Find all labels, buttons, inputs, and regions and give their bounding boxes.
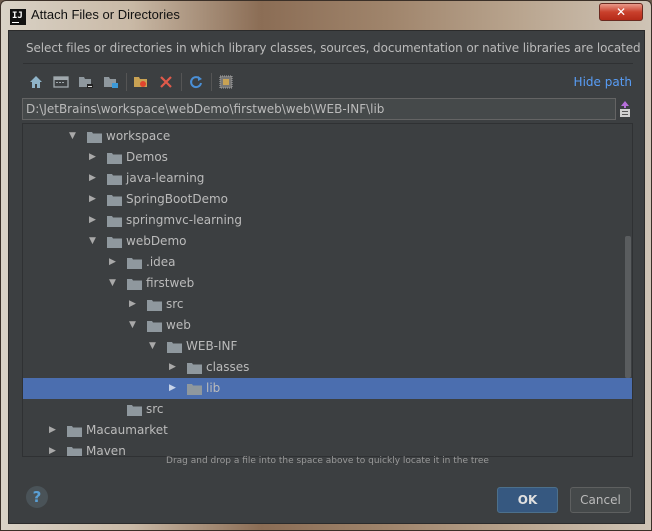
expand-arrow-down-icon[interactable]: ▼ (69, 131, 79, 141)
dialog-window: IJ Attach Files or Directories ✕ Select … (0, 0, 652, 531)
tree-row-label: Demos (126, 150, 168, 164)
expand-arrow-down-icon[interactable]: ▼ (129, 320, 139, 330)
tree-row-label: .idea (146, 255, 176, 269)
path-input[interactable]: D:\JetBrains\workspace\webDemo\firstweb\… (22, 98, 616, 120)
expand-arrow-right-icon[interactable]: ▶ (129, 299, 139, 309)
expand-arrow-right-icon[interactable]: ▶ (89, 173, 99, 183)
tree-row[interactable]: ▼ webDemo (23, 231, 632, 252)
tree-row[interactable]: ▼ web (23, 315, 632, 336)
tree-row[interactable]: ▶ Demos (23, 147, 632, 168)
title-bar[interactable]: IJ Attach Files or Directories ✕ (1, 1, 651, 31)
folder-icon (127, 278, 142, 290)
toolbar-separator (181, 73, 182, 91)
toolbar-separator (126, 73, 127, 91)
tree-row[interactable]: ▶ Macaumarket (23, 420, 632, 441)
divider (23, 63, 633, 64)
module-directory-button[interactable] (101, 72, 121, 92)
tree-row[interactable]: ▶ src (23, 294, 632, 315)
delete-icon (160, 76, 172, 88)
expand-arrow-down-icon[interactable]: ▼ (149, 341, 159, 351)
tree-row[interactable]: ▶ Maven (23, 441, 632, 456)
expand-arrow-right-icon[interactable]: ▶ (169, 383, 179, 393)
expand-arrow-right-icon[interactable]: ▶ (109, 257, 119, 267)
folder-icon (187, 362, 202, 374)
tree-row[interactable]: ▶ .idea (23, 252, 632, 273)
folder-icon (67, 425, 82, 437)
tree-row-label: springmvc-learning (126, 213, 243, 227)
folder-icon (107, 173, 122, 185)
tree-row-label: WEB-INF (186, 339, 238, 353)
tree-row-label: SpringBootDemo (126, 192, 228, 206)
expand-arrow-right-icon[interactable]: ▶ (89, 215, 99, 225)
refresh-icon (190, 76, 202, 89)
project-folder-icon (79, 77, 93, 88)
tree-row-label: webDemo (126, 234, 187, 248)
desktop-icon (53, 76, 69, 88)
tree-row[interactable]: ▼ workspace (23, 126, 632, 147)
expand-arrow-right-icon[interactable]: ▶ (49, 425, 59, 435)
tree-row-label: java-learning (126, 171, 205, 185)
dialog-content: Select files or directories in which lib… (8, 30, 645, 524)
new-folder-button[interactable] (131, 72, 151, 92)
expand-arrow-down-icon[interactable]: ▼ (89, 236, 99, 246)
tree-row[interactable]: ▶ java-learning (23, 168, 632, 189)
help-button[interactable]: ? (26, 486, 48, 508)
tree-row-label: Macaumarket (86, 423, 168, 437)
tree-row-label: classes (206, 360, 250, 374)
project-directory-button[interactable] (76, 72, 96, 92)
show-hidden-button[interactable] (216, 72, 236, 92)
tree-row-label: src (146, 402, 164, 416)
tree-row[interactable]: src (23, 399, 632, 420)
tree-row-label: web (166, 318, 191, 332)
refresh-button[interactable] (186, 72, 206, 92)
description-text: Select files or directories in which lib… (26, 41, 641, 55)
tree-row[interactable]: ▶ SpringBootDemo (23, 189, 632, 210)
desktop-button[interactable] (51, 72, 71, 92)
expand-arrow-right-icon[interactable]: ▶ (89, 152, 99, 162)
expand-arrow-right-icon[interactable]: ▶ (89, 194, 99, 204)
tree-row[interactable]: ▶ lib (23, 378, 632, 399)
tree-row[interactable]: ▼ WEB-INF (23, 336, 632, 357)
path-history-button[interactable] (618, 99, 632, 119)
folder-icon (107, 152, 122, 164)
tree-row-label: workspace (106, 129, 171, 143)
folder-icon (107, 236, 122, 248)
folder-icon (127, 257, 142, 269)
scrollbar-thumb[interactable] (625, 236, 631, 378)
tree-row[interactable]: ▶ springmvc-learning (23, 210, 632, 231)
ok-button[interactable]: OK (497, 487, 558, 513)
home-button[interactable] (26, 72, 46, 92)
folder-icon (147, 320, 162, 332)
intellij-app-icon: IJ (10, 9, 26, 25)
folder-icon (187, 383, 202, 395)
drag-drop-hint: Drag and drop a file into the space abov… (166, 456, 489, 466)
cancel-button[interactable]: Cancel (570, 487, 631, 513)
folder-icon (87, 131, 102, 143)
toolbar-separator (211, 73, 212, 91)
folder-icon (127, 404, 142, 416)
file-tree[interactable]: ▶ Maven ▶ Macaumarket src ▶ lib ▶ classes ▼ WEB-IN… (22, 123, 633, 457)
dialog-title: Attach Files or Directories (31, 7, 180, 22)
module-folder-icon (104, 77, 118, 88)
folder-icon (107, 215, 122, 227)
tree-row[interactable]: ▼ firstweb (23, 273, 632, 294)
folder-icon (107, 194, 122, 206)
new-folder-icon (134, 77, 147, 87)
hide-path-link[interactable]: Hide path (574, 75, 632, 89)
show-hidden-icon (219, 75, 233, 89)
delete-button[interactable] (156, 72, 176, 92)
expand-arrow-down-icon[interactable]: ▼ (109, 278, 119, 288)
tree-row-label: src (166, 297, 184, 311)
expand-arrow-right-icon[interactable]: ▶ (49, 446, 59, 456)
tree-row-label: firstweb (146, 276, 195, 290)
toolbar (26, 71, 241, 93)
home-icon (30, 76, 42, 88)
tree-row-label: lib (206, 381, 221, 395)
folder-icon (147, 299, 162, 311)
close-button[interactable]: ✕ (599, 3, 643, 21)
tree-row[interactable]: ▶ classes (23, 357, 632, 378)
expand-arrow-right-icon[interactable]: ▶ (169, 362, 179, 372)
download-history-icon (620, 101, 630, 117)
folder-icon (167, 341, 182, 353)
